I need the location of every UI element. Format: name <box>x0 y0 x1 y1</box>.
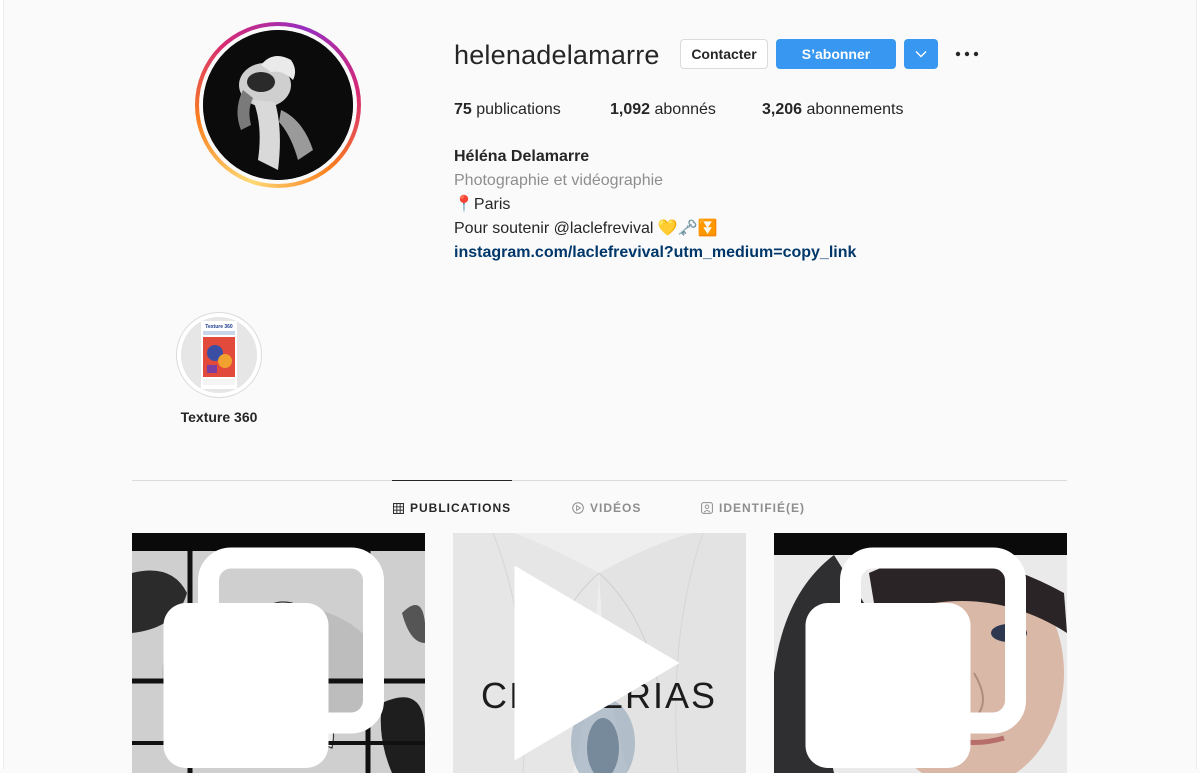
avatar-photo-art <box>203 30 353 180</box>
following-label: abonnements <box>806 101 904 118</box>
carousel-icon <box>805 547 1026 768</box>
profile-category: Photographie et vidéographie <box>454 172 664 189</box>
grid-icon <box>393 502 404 514</box>
tab-videos-label: VIDÉOS <box>590 501 642 515</box>
play-circle-icon <box>572 502 584 514</box>
avatar-photo <box>203 30 353 180</box>
follow-button[interactable]: S’abonner <box>776 39 896 69</box>
window-left-edge <box>0 0 4 769</box>
video-icon <box>514 565 680 761</box>
contact-button[interactable]: Contacter <box>680 39 768 69</box>
options-button[interactable] <box>950 40 984 68</box>
tabs-divider <box>132 480 1067 481</box>
followers-label: abonnés <box>654 101 716 118</box>
post-thumbnail[interactable] <box>774 533 1067 773</box>
active-tab-indicator <box>392 480 512 481</box>
suggestions-dropdown-button[interactable] <box>904 39 938 69</box>
highlight-cover-art: Texture 360 <box>181 317 257 393</box>
tab-tagged-label: IDENTIFIÉ(E) <box>719 501 805 515</box>
posts-stat: 75 publications <box>454 101 561 119</box>
followers-count: 1,092 <box>610 101 651 118</box>
profile-external-link[interactable]: instagram.com/laclefrevival?utm_medium=c… <box>454 241 856 265</box>
tab-videos[interactable]: VIDÉOS <box>572 500 641 516</box>
story-highlight[interactable]: Texture 360 <box>176 312 262 398</box>
profile-bio-text: Pour soutenir @laclefrevival 💛🗝️⏬ <box>454 220 718 237</box>
window-right-edge <box>1196 0 1200 769</box>
profile-avatar[interactable] <box>195 22 361 188</box>
tagged-icon <box>701 502 713 514</box>
more-options-icon <box>955 51 979 57</box>
posts-label: publications <box>476 101 561 118</box>
following-stat[interactable]: 3,206 abonnements <box>762 101 903 119</box>
post-thumbnail[interactable]: CITHAERIAS <box>453 533 746 773</box>
tab-publications-label: PUBLICATIONS <box>410 501 512 515</box>
chevron-down-icon <box>915 51 927 58</box>
profile-full-name: Héléna Delamarre <box>454 148 590 165</box>
profile-location: 📍Paris <box>454 196 511 213</box>
carousel-icon <box>163 547 384 768</box>
tab-tagged[interactable]: IDENTIFIÉ(E) <box>701 500 805 516</box>
profile-username: helenadelamarre <box>454 40 660 70</box>
followers-stat[interactable]: 1,092 abonnés <box>610 101 716 119</box>
highlight-label: Texture 360 <box>180 409 258 425</box>
posts-count: 75 <box>454 101 472 118</box>
following-count: 3,206 <box>762 101 803 118</box>
highlight-cover-text: Texture 360 <box>205 324 233 330</box>
profile-bio: Héléna Delamarre Photographie et vidéogr… <box>454 145 856 265</box>
highlight-cover: Texture 360 <box>181 317 257 393</box>
tab-publications[interactable]: PUBLICATIONS <box>393 500 511 516</box>
post-thumbnail[interactable] <box>132 533 425 773</box>
